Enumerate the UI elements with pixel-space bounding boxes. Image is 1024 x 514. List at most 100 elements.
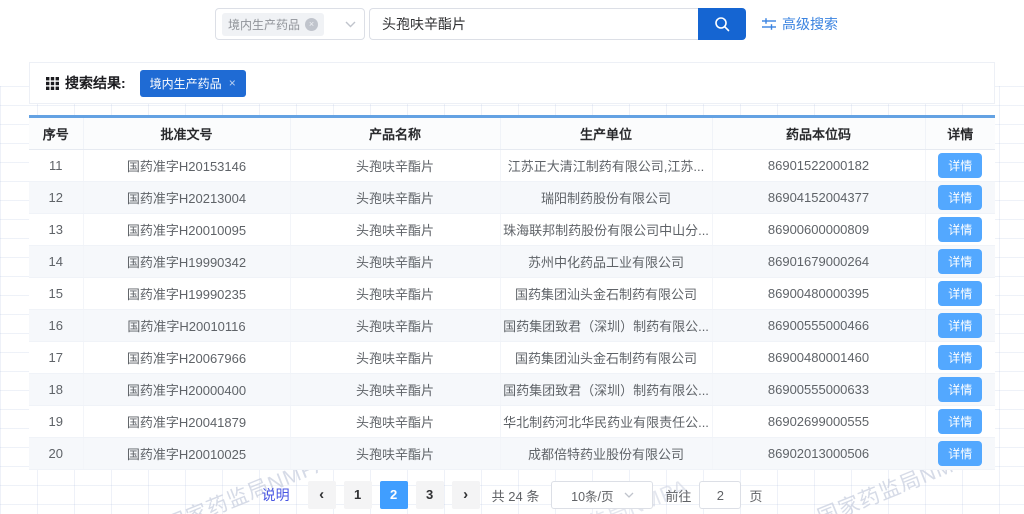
cell-approval: 国药准字H19990235 [83,278,290,310]
detail-button[interactable]: 详情 [938,313,982,338]
category-tag-label: 境内生产药品 [228,16,300,33]
cell-approval: 国药准字H19990342 [83,246,290,278]
chevron-down-icon [624,492,634,498]
cell-approval: 国药准字H20153146 [83,150,290,182]
column-header-detail: 详情 [925,117,995,150]
note-link[interactable]: 说明 [262,485,290,505]
search-button[interactable] [698,8,746,40]
goto-suffix-label: 页 [749,486,762,505]
category-select[interactable]: 境内生产药品 × [215,8,365,40]
cell-seq: 18 [29,374,83,406]
cell-seq: 13 [29,214,83,246]
cell-product: 头孢呋辛酯片 [290,214,500,246]
cell-product: 头孢呋辛酯片 [290,406,500,438]
goto-page-input[interactable] [699,481,741,509]
column-header-approval: 批准文号 [83,117,290,150]
pagination: 说明 ‹ 1 2 3 › 共 24 条 10条/页 前往 页 [0,481,1024,509]
cell-approval: 国药准字H20067966 [83,342,290,374]
cell-detail: 详情 [925,214,995,246]
goto-page: 前往 页 [665,481,762,509]
cell-seq: 16 [29,310,83,342]
cell-code: 86902013000506 [712,438,925,470]
cell-detail: 详情 [925,182,995,214]
detail-button[interactable]: 详情 [938,217,982,242]
cell-approval: 国药准字H20010025 [83,438,290,470]
cell-seq: 19 [29,406,83,438]
cell-detail: 详情 [925,374,995,406]
cell-detail: 详情 [925,310,995,342]
cell-product: 头孢呋辛酯片 [290,438,500,470]
category-tag-close-icon[interactable]: × [305,18,318,31]
cell-code: 86900480001460 [712,342,925,374]
cell-code: 86900555000466 [712,310,925,342]
table-body: 11 国药准字H20153146 头孢呋辛酯片 江苏正大清江制药有限公司,江苏.… [29,150,995,470]
column-header-manufacturer: 生产单位 [500,117,712,150]
advanced-search-link[interactable]: 高级搜索 [762,14,838,34]
detail-button[interactable]: 详情 [938,377,982,402]
cell-product: 头孢呋辛酯片 [290,278,500,310]
cell-product: 头孢呋辛酯片 [290,310,500,342]
cell-manufacturer: 国药集团致君（深圳）制药有限公... [500,374,712,406]
cell-code: 86902699000555 [712,406,925,438]
page-button-2-current[interactable]: 2 [380,481,408,509]
cell-product: 头孢呋辛酯片 [290,374,500,406]
table-row: 19 国药准字H20041879 头孢呋辛酯片 华北制药河北华民药业有限责任公.… [29,406,995,438]
page-size-select[interactable]: 10条/页 [551,481,653,509]
detail-button[interactable]: 详情 [938,185,982,210]
filter-tag[interactable]: 境内生产药品 × [140,70,246,97]
detail-button[interactable]: 详情 [938,441,982,466]
table-row: 15 国药准字H19990235 头孢呋辛酯片 国药集团汕头金石制药有限公司 8… [29,278,995,310]
cell-code: 86904152004377 [712,182,925,214]
advanced-search-label: 高级搜索 [782,14,838,34]
table-row: 12 国药准字H20213004 头孢呋辛酯片 瑞阳制药股份有限公司 86904… [29,182,995,214]
cell-manufacturer: 国药集团汕头金石制药有限公司 [500,278,712,310]
cell-approval: 国药准字H20000400 [83,374,290,406]
grid-icon [46,77,59,90]
cell-product: 头孢呋辛酯片 [290,342,500,374]
sliders-icon [762,17,776,31]
table-row: 20 国药准字H20010025 头孢呋辛酯片 成都倍特药业股份有限公司 869… [29,438,995,470]
page-size-value: 10条/页 [571,486,613,505]
prev-page-button[interactable]: ‹ [308,481,336,509]
cell-manufacturer: 苏州中化药品工业有限公司 [500,246,712,278]
cell-manufacturer: 瑞阳制药股份有限公司 [500,182,712,214]
cell-detail: 详情 [925,438,995,470]
table-row: 11 国药准字H20153146 头孢呋辛酯片 江苏正大清江制药有限公司,江苏.… [29,150,995,182]
column-header-code: 药品本位码 [712,117,925,150]
detail-button[interactable]: 详情 [938,153,982,178]
search-icon [713,15,731,33]
table-header: 序号 批准文号 产品名称 生产单位 药品本位码 详情 [29,117,995,150]
detail-button[interactable]: 详情 [938,409,982,434]
cell-seq: 17 [29,342,83,374]
cell-code: 86901679000264 [712,246,925,278]
page-button-3[interactable]: 3 [416,481,444,509]
table-row: 18 国药准字H20000400 头孢呋辛酯片 国药集团致君（深圳）制药有限公.… [29,374,995,406]
cell-approval: 国药准字H20213004 [83,182,290,214]
cell-manufacturer: 国药集团致君（深圳）制药有限公... [500,310,712,342]
cell-seq: 14 [29,246,83,278]
cell-detail: 详情 [925,246,995,278]
detail-button[interactable]: 详情 [938,281,982,306]
cell-seq: 20 [29,438,83,470]
cell-detail: 详情 [925,406,995,438]
cell-product: 头孢呋辛酯片 [290,246,500,278]
cell-manufacturer: 江苏正大清江制药有限公司,江苏... [500,150,712,182]
filter-tag-close-icon[interactable]: × [229,76,236,90]
detail-button[interactable]: 详情 [938,249,982,274]
cell-manufacturer: 成都倍特药业股份有限公司 [500,438,712,470]
cell-product: 头孢呋辛酯片 [290,182,500,214]
detail-button[interactable]: 详情 [938,345,982,370]
cell-code: 86900555000633 [712,374,925,406]
cell-detail: 详情 [925,342,995,374]
cell-approval: 国药准字H20041879 [83,406,290,438]
next-page-button[interactable]: › [452,481,480,509]
search-input[interactable] [369,8,698,40]
cell-seq: 12 [29,182,83,214]
table-row: 13 国药准字H20010095 头孢呋辛酯片 珠海联邦制药股份有限公司中山分.… [29,214,995,246]
cell-product: 头孢呋辛酯片 [290,150,500,182]
table-row: 16 国药准字H20010116 头孢呋辛酯片 国药集团致君（深圳）制药有限公.… [29,310,995,342]
page-button-1[interactable]: 1 [344,481,372,509]
results-label-text: 搜索结果: [65,73,126,93]
column-header-seq: 序号 [29,117,83,150]
results-bar: 搜索结果: 境内生产药品 × [29,62,995,104]
